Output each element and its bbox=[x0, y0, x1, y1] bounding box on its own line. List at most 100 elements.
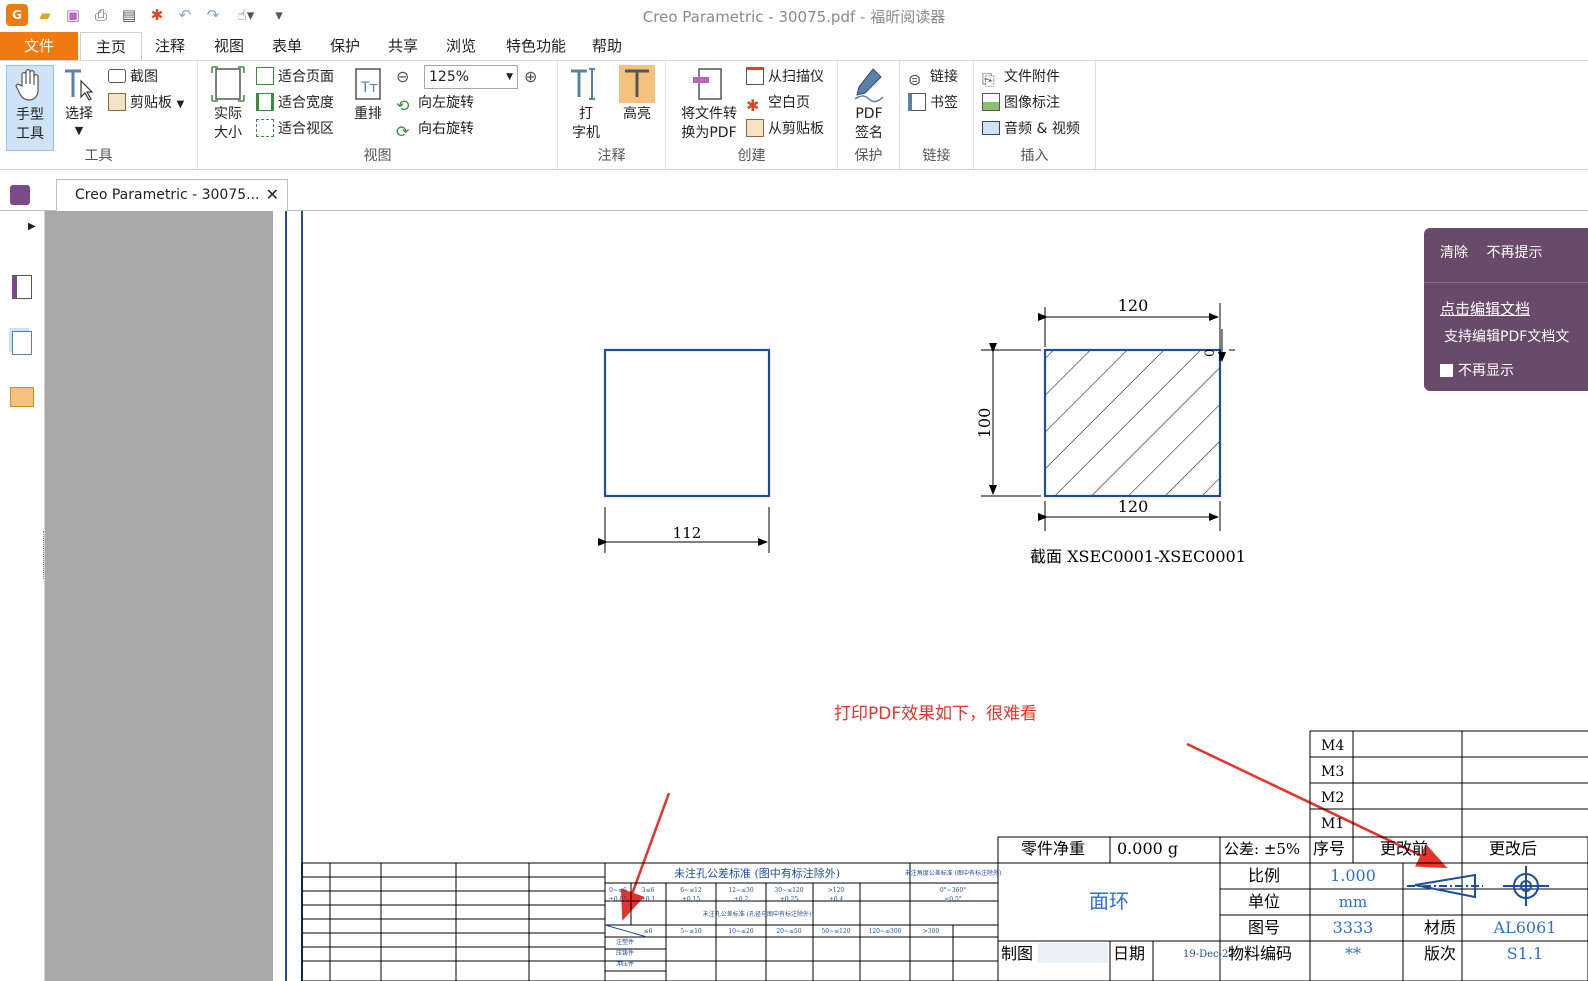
comments-panel-icon[interactable] bbox=[10, 387, 34, 407]
group-view-label: 视图 bbox=[363, 148, 392, 164]
bookmark-label: 书签 bbox=[930, 95, 958, 111]
bookmark-button[interactable]: 书签 bbox=[908, 91, 958, 115]
title-block-text: 零件净重 0.000 g 公差: ±5% M4 M3 M2 M1 序号 更改前 … bbox=[1001, 738, 1556, 963]
dont-show-checkbox[interactable]: 不再显示 bbox=[1440, 360, 1514, 380]
tab-protect[interactable]: 保护 bbox=[316, 32, 374, 60]
red-annotation-text: 打印PDF效果如下，很难看 bbox=[834, 704, 1037, 724]
window-title: Creo Parametric - 30075.pdf - 福昕阅读器 bbox=[642, 8, 946, 26]
dim-bottom-text: 120 bbox=[1118, 497, 1149, 516]
rotate-left-button[interactable]: ⟲ 向左旋转 bbox=[396, 91, 474, 115]
svg-text:120~≤300: 120~≤300 bbox=[869, 928, 902, 935]
audio-video-button[interactable]: 音频 & 视频 bbox=[982, 117, 1080, 141]
svg-text:**: ** bbox=[1345, 944, 1361, 963]
checkbox-box-icon[interactable] bbox=[1440, 364, 1453, 377]
expand-panel-icon[interactable]: ▶ bbox=[28, 221, 36, 232]
fit-page-icon bbox=[256, 67, 274, 85]
clear-button[interactable]: 清除 bbox=[1440, 245, 1468, 261]
fit-page-button[interactable]: 适合页面 bbox=[256, 65, 334, 89]
svg-text:制图: 制图 bbox=[1001, 944, 1033, 963]
foxit-doc-icon[interactable] bbox=[10, 185, 30, 205]
clipboard-button[interactable]: 剪贴板 ▼ bbox=[108, 91, 184, 115]
from-scanner-button[interactable]: 从扫描仪 bbox=[746, 65, 824, 89]
actual-size-button[interactable]: 实际 大小 bbox=[206, 65, 250, 143]
pdf-page[interactable]: 112 120 120 100 0 截面 XSEC0001-XSEC0001 打… bbox=[273, 211, 1588, 981]
fit-page-label: 适合页面 bbox=[278, 69, 334, 85]
close-tab-icon[interactable]: ✕ bbox=[266, 180, 279, 210]
from-clipboard-icon bbox=[746, 119, 764, 137]
svg-text:压铸件: 压铸件 bbox=[616, 949, 634, 957]
fit-visible-label: 适合视区 bbox=[278, 121, 334, 137]
edit-document-link[interactable]: 点击编辑文档 bbox=[1440, 298, 1530, 319]
image-label: 图像标注 bbox=[1004, 95, 1060, 111]
tab-view[interactable]: 视图 bbox=[200, 32, 258, 60]
zoom-in-icon: ⊕ bbox=[524, 67, 538, 86]
svg-text:+0.4: +0.4 bbox=[829, 896, 844, 903]
tab-form[interactable]: 表单 bbox=[258, 32, 316, 60]
edit-description: 支持编辑PDF文档文 bbox=[1444, 329, 1570, 345]
zoom-out-button[interactable]: ⊖ bbox=[396, 65, 409, 89]
image-annotation-button[interactable]: 图像标注 bbox=[982, 91, 1060, 115]
convert-pdf-label: 将文件转 换为PDF bbox=[681, 106, 737, 141]
tab-share[interactable]: 共享 bbox=[374, 32, 432, 60]
audio-video-label: 音频 & 视频 bbox=[1004, 121, 1080, 137]
tab-features[interactable]: 特色功能 bbox=[494, 32, 578, 60]
zoom-combobox[interactable]: 125% ▼ bbox=[424, 65, 518, 89]
select-dropdown-icon[interactable]: ▼ bbox=[58, 124, 100, 138]
svg-text:注塑件: 注塑件 bbox=[616, 938, 634, 946]
actual-size-icon bbox=[211, 66, 245, 102]
svg-text:图号: 图号 bbox=[1248, 918, 1280, 937]
convert-to-pdf-button[interactable]: 将文件转 换为PDF bbox=[674, 65, 744, 143]
dim-top-text: 120 bbox=[1118, 296, 1149, 315]
pages-panel-icon[interactable] bbox=[12, 275, 32, 299]
pdf-sign-button[interactable]: PDF 签名 bbox=[846, 65, 892, 143]
layers-panel-icon[interactable] bbox=[12, 331, 32, 355]
tab-help[interactable]: 帮助 bbox=[578, 32, 636, 60]
dont-show-label: 不再显示 bbox=[1458, 363, 1514, 379]
svg-text:mm: mm bbox=[1339, 893, 1367, 911]
fit-visible-button[interactable]: 适合视区 bbox=[256, 117, 334, 141]
clipboard-dropdown-icon[interactable]: ▼ bbox=[176, 99, 184, 110]
zoom-dropdown-icon[interactable]: ▼ bbox=[506, 66, 513, 88]
document-tab[interactable]: Creo Parametric - 30075... ✕ bbox=[56, 179, 288, 212]
tab-file[interactable]: 文件 bbox=[0, 32, 78, 60]
tab-comment[interactable]: 注释 bbox=[142, 32, 198, 60]
tab-browse[interactable]: 浏览 bbox=[432, 32, 490, 60]
dim-112-text: 112 bbox=[673, 524, 702, 542]
svg-text:10~≤20: 10~≤20 bbox=[728, 928, 754, 935]
tol-sub: 未注孔公差标准 (孔径与图中有标注除外) bbox=[703, 910, 812, 918]
svg-text:5~≤10: 5~≤10 bbox=[680, 928, 702, 935]
select-button[interactable]: 选择 ▼ bbox=[58, 65, 100, 138]
group-tools-label: 工具 bbox=[84, 148, 113, 164]
screenshot-button[interactable]: 截图 bbox=[108, 65, 158, 89]
hand-tool-button[interactable]: 手型 工具 bbox=[6, 65, 54, 151]
reflow-button[interactable]: Tт 重排 bbox=[350, 65, 386, 124]
tab-home[interactable]: 主页 bbox=[80, 32, 142, 60]
link-button[interactable]: ⊜ 链接 bbox=[908, 65, 958, 89]
blank-page-button[interactable]: ✱ 空白页 bbox=[746, 91, 810, 115]
from-clipboard-button[interactable]: 从剪贴板 bbox=[746, 117, 824, 141]
rotate-right-button[interactable]: ⟳ 向右旋转 bbox=[396, 117, 474, 141]
typewriter-button[interactable]: 打 字机 bbox=[564, 65, 608, 143]
svg-text:AL6061: AL6061 bbox=[1493, 918, 1557, 937]
fit-width-button[interactable]: 适合宽度 bbox=[256, 91, 334, 115]
svg-text:+0.25: +0.25 bbox=[780, 896, 799, 903]
ribbon: 手型 工具 选择 ▼ 截图 剪贴板 ▼ 工具 实际 大小 适合页面 适合宽度 适… bbox=[0, 60, 1588, 170]
section-view-rect bbox=[1043, 348, 1222, 498]
popup-separator bbox=[1424, 282, 1588, 283]
highlight-button[interactable]: 高亮 bbox=[616, 65, 658, 124]
actual-size-label: 实际 大小 bbox=[214, 106, 242, 141]
video-icon bbox=[982, 121, 1000, 135]
svg-text:+0.15: +0.15 bbox=[682, 896, 701, 903]
hand-icon bbox=[15, 68, 39, 101]
screenshot-label: 截图 bbox=[130, 69, 158, 85]
no-remind-button[interactable]: 不再提示 bbox=[1486, 245, 1542, 261]
blank-page-icon: ✱ bbox=[746, 96, 760, 115]
navigation-panel: ▶ bbox=[0, 211, 45, 981]
file-attachment-button[interactable]: ⎘ 文件附件 bbox=[982, 65, 1060, 89]
link-label: 链接 bbox=[930, 69, 958, 85]
group-links: ⊜ 链接 书签 链接 bbox=[900, 61, 974, 169]
group-create: 将文件转 换为PDF 从扫描仪 ✱ 空白页 从剪贴板 创建 bbox=[666, 61, 838, 169]
svg-text:0~≤6: 0~≤6 bbox=[609, 887, 627, 894]
zoom-out-icon: ⊖ bbox=[396, 67, 410, 86]
zoom-in-button[interactable]: ⊕ bbox=[524, 65, 537, 89]
